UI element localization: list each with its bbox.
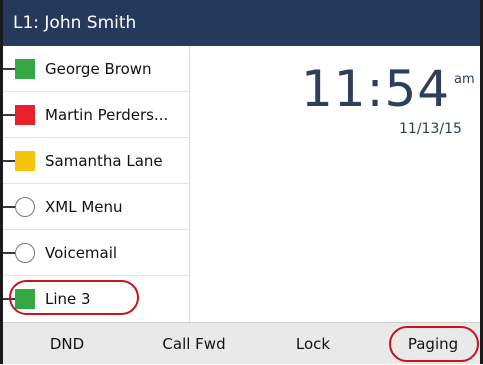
key-tick	[3, 68, 15, 70]
busy-lamp-icon	[15, 105, 35, 125]
busy-lamp-icon	[15, 59, 35, 79]
key-tick	[3, 252, 15, 254]
line-key-label: Samantha Lane	[45, 152, 163, 170]
line-key-martin-perders[interactable]: Martin Perders...	[3, 92, 189, 138]
programmable-keys: George Brown Martin Perders... Samantha …	[3, 46, 189, 322]
softkey-dnd[interactable]: DND	[33, 323, 101, 365]
line-key-label: Line 3	[45, 290, 91, 308]
line-status-icon	[15, 289, 35, 309]
line-key-label: Martin Perders...	[45, 106, 169, 124]
softkey-paging[interactable]: Paging	[393, 323, 473, 365]
key-tick	[3, 206, 15, 208]
line-key-label: Voicemail	[45, 244, 118, 262]
clock-time: 11:54	[301, 60, 451, 118]
line-key-line-3[interactable]: Line 3	[3, 276, 189, 322]
phone-screen: L1: John Smith George Brown Martin Perde…	[0, 0, 483, 364]
idle-screen: George Brown Martin Perders... Samantha …	[3, 46, 480, 322]
line-key-samantha-lane[interactable]: Samantha Lane	[3, 138, 189, 184]
line-key-label: XML Menu	[45, 198, 123, 216]
key-tick	[3, 160, 15, 162]
line-key-label: George Brown	[45, 60, 152, 78]
line-key-voicemail[interactable]: Voicemail	[3, 230, 189, 276]
key-tick	[3, 298, 15, 300]
clock-ampm: am	[454, 72, 475, 87]
key-tick	[3, 114, 15, 116]
line-key-xml-menu[interactable]: XML Menu	[3, 184, 189, 230]
line-key-george-brown[interactable]: George Brown	[3, 46, 189, 92]
column-divider	[189, 46, 190, 322]
circle-indicator-icon	[15, 243, 35, 263]
line-header-title: L1: John Smith	[13, 13, 137, 33]
circle-indicator-icon	[15, 197, 35, 217]
line-header: L1: John Smith	[3, 0, 480, 46]
softkey-lock[interactable]: Lock	[279, 323, 347, 365]
busy-lamp-icon	[15, 151, 35, 171]
clock-date: 11/13/15	[399, 121, 462, 137]
softkey-bar: DND Call Fwd Lock Paging	[3, 322, 480, 364]
softkey-call-fwd[interactable]: Call Fwd	[149, 323, 239, 365]
